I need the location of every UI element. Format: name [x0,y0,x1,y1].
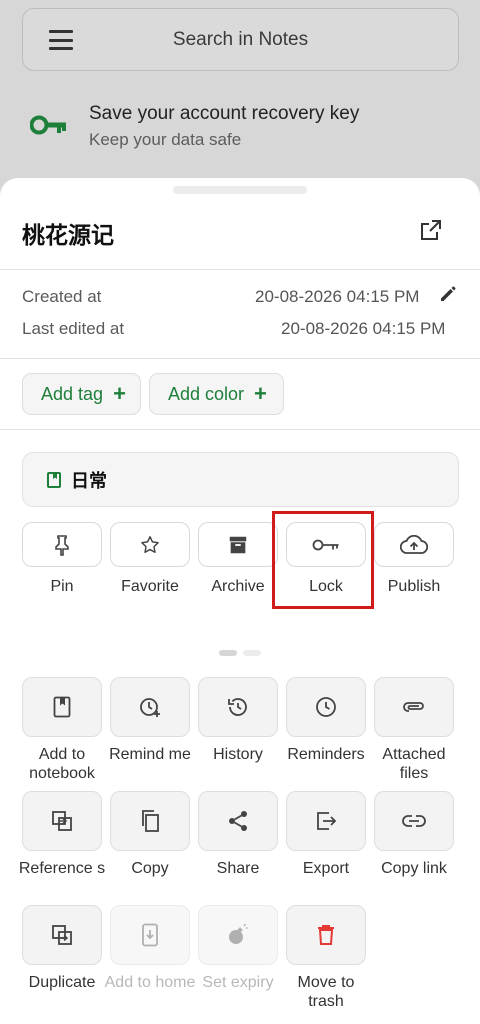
set-expiry-button [198,905,278,965]
alarm-add-icon [140,698,160,717]
menu-icon[interactable] [49,30,73,50]
notebook-icon [47,471,61,488]
bomb-icon [229,924,248,944]
clock-icon [316,697,336,717]
move-to-trash-button[interactable] [286,905,366,965]
add-color-button[interactable]: Add color + [149,373,284,415]
export-button[interactable] [286,791,366,851]
created-label: Created at [22,287,102,306]
history-label: History [213,746,263,763]
notebook-name: 日常 [71,470,107,491]
page-indicator [243,650,261,656]
move-to-trash-label: Move to trash [297,974,355,1010]
recovery-subtitle: Keep your data safe [89,130,242,149]
drag-handle[interactable] [173,186,307,194]
pin-label: Pin [50,578,74,595]
link-icon [402,815,426,827]
export-label: Export [302,860,350,877]
history-icon [228,698,247,716]
edited-value: 20-08-2026 04:15 PM [281,319,446,338]
copy-link-button[interactable] [374,791,454,851]
add-to-notebook-button[interactable] [22,677,102,737]
pencil-icon[interactable] [438,284,458,304]
references-button[interactable] [22,791,102,851]
duplicate-icon [52,925,72,945]
notebook-icon [53,696,71,718]
favorite-button[interactable] [110,522,190,567]
note-title: 桃花源记 [22,222,114,248]
remind-me-button[interactable] [110,677,190,737]
duplicate-label: Duplicate [28,974,96,991]
publish-label: Publish [387,578,441,595]
duplicate-button[interactable] [22,905,102,965]
copy-button[interactable] [110,791,190,851]
recovery-key-banner[interactable]: Save your account recovery key Keep your… [0,92,480,162]
paperclip-icon [403,702,424,712]
page-indicator-active [219,650,237,656]
add-tag-button[interactable]: Add tag + [22,373,141,415]
export-icon [317,812,337,830]
phone-download-icon [142,923,158,947]
set-expiry-label: Set expiry [202,974,274,991]
archive-icon [229,536,247,553]
share-label: Share [216,860,260,877]
copy-link-label: Copy link [381,860,447,877]
share-icon [229,811,247,831]
search-bar[interactable]: Search in Notes [22,8,459,71]
add-to-notebook-label: Add to notebook [29,746,95,782]
notebook-row[interactable]: 日常 [22,452,459,507]
star-icon [141,535,159,553]
recovery-title: Save your account recovery key [89,103,360,124]
reminders-label: Reminders [287,746,365,763]
edited-label: Last edited at [22,319,125,338]
add-to-home-label: Add to home [104,974,196,991]
cloud-upload-icon [400,534,428,554]
copy-icon [142,810,159,832]
plus-icon: + [254,381,267,406]
divider [0,358,480,359]
share-button[interactable] [198,791,278,851]
add-tag-label: Add tag [41,383,104,404]
lock-highlight-box [272,511,374,609]
add-to-home-button [110,905,190,965]
remind-me-label: Remind me [109,746,191,763]
pin-icon [55,534,69,556]
archive-label: Archive [211,578,265,595]
publish-button[interactable] [374,522,454,567]
search-placeholder[interactable]: Search in Notes [23,29,458,51]
created-value: 20-08-2026 04:15 PM [255,287,420,306]
add-color-label: Add color [168,383,245,404]
open-external-icon[interactable] [419,218,443,242]
attached-files-button[interactable] [374,677,454,737]
notes-background: Search in Notes Save your account recove… [0,0,480,200]
divider [0,269,480,270]
pin-button[interactable] [22,522,102,567]
references-icon [52,811,72,831]
reminders-button[interactable] [286,677,366,737]
references-label: Reference s [18,860,106,877]
key-icon [30,115,66,135]
trash-icon [318,925,334,945]
divider [0,429,480,430]
attached-files-label: Attached files [382,746,446,782]
copy-label: Copy [131,860,169,877]
history-button[interactable] [198,677,278,737]
note-properties-sheet: 桃花源记 Created at 20-08-2026 04:15 PM Last… [0,178,480,1024]
plus-icon: + [113,381,126,406]
favorite-label: Favorite [121,578,179,595]
archive-button[interactable] [198,522,278,567]
